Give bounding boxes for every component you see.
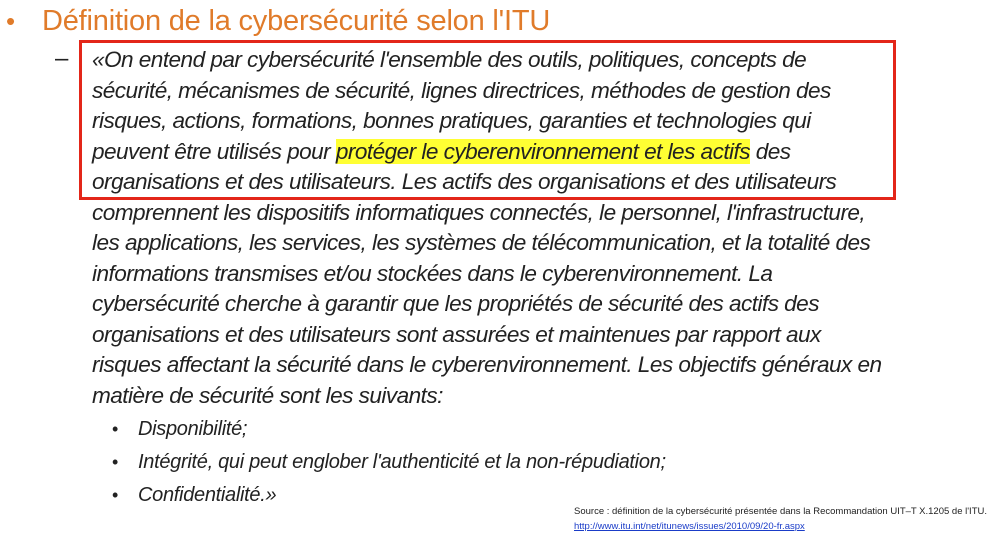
list-bullet: • — [112, 452, 119, 472]
quote-line-highlighted: peuvent être utilisés pour protéger le c… — [92, 137, 972, 168]
source-text: Source : définition de la cybersécurité … — [574, 506, 987, 517]
quote-line: risques affectant la sécurité dans le cy… — [92, 352, 882, 377]
objectives-list: • Disponibilité; • Intégrité, qui peut e… — [112, 413, 666, 512]
list-item: • Disponibilité; — [112, 413, 666, 446]
source-citation: Source : définition de la cybersécurité … — [574, 504, 987, 534]
objective-text: Confidentialité.» — [138, 484, 277, 506]
quote-line: sécurité, mécanismes de sécurité, lignes… — [92, 77, 831, 103]
quote-line: comprennent les dispositifs informatique… — [92, 199, 866, 225]
quote-text-before-highlight: peuvent être utilisés pour — [92, 138, 336, 164]
quote-line: organisations et des utilisateurs sont a… — [92, 321, 821, 347]
quote-line: cybersécurité cherche à garantir que les… — [92, 291, 820, 316]
objective-text: Disponibilité; — [138, 418, 248, 440]
quote-line: matière de sécurité sont les suivants: — [92, 382, 443, 408]
presentation-slide: • Définition de la cybersécurité selon l… — [0, 0, 993, 541]
title-bullet: • — [6, 6, 16, 36]
list-bullet: • — [112, 485, 119, 505]
list-item: • Intégrité, qui peut englober l'authent… — [112, 446, 666, 479]
objective-text: Intégrité, qui peut englober l'authentic… — [138, 451, 666, 473]
quote-line: «On entend par cybersécurité l'ensemble … — [92, 47, 807, 72]
highlighted-phrase: protéger le cyberenvironnement et les ac… — [335, 138, 751, 164]
slide-title-row: • Définition de la cybersécurité selon l… — [6, 2, 550, 40]
quote-text-after-highlight: des — [750, 138, 791, 164]
quote-line: informations transmises et/ou stockées d… — [92, 260, 773, 286]
quote-line: organisations et des utilisateurs. Les a… — [92, 169, 837, 194]
definition-quote: «On entend par cybersécurité l'ensemble … — [92, 45, 972, 411]
quote-line: risques, actions, formations, bonnes pra… — [92, 108, 811, 133]
dash-bullet: – — [55, 45, 69, 72]
source-link[interactable]: http://www.itu.int/net/itunews/issues/20… — [574, 519, 987, 534]
quote-line: les applications, les services, les syst… — [92, 230, 871, 255]
list-bullet: • — [112, 419, 119, 439]
slide-title: Définition de la cybersécurité selon l'I… — [42, 5, 551, 37]
